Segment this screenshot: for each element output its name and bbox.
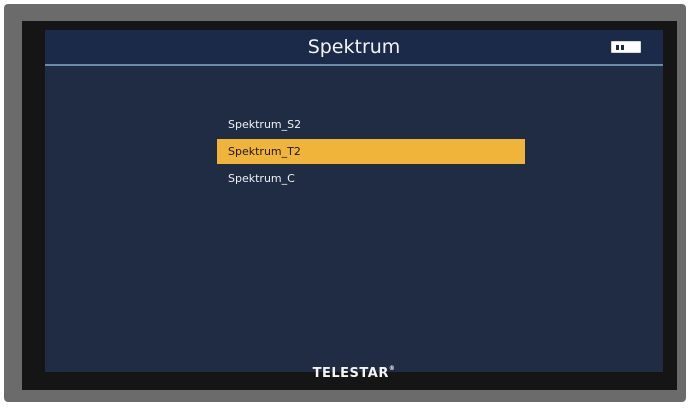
device-bezel: Spektrum Spektrum_S2 Spektrum_T2 Spektru… bbox=[4, 4, 686, 402]
registered-mark: ® bbox=[388, 365, 396, 372]
menu-item-label: Spektrum_C bbox=[228, 172, 295, 185]
page-title: Spektrum bbox=[307, 36, 401, 58]
menu-item-spektrum-c[interactable]: Spektrum_C bbox=[217, 166, 525, 191]
brand-name: TELESTAR bbox=[312, 366, 389, 381]
menu-item-spektrum-t2[interactable]: Spektrum_T2 bbox=[217, 139, 525, 164]
menu-item-label: Spektrum_T2 bbox=[228, 145, 301, 158]
title-bar: Spektrum bbox=[45, 30, 663, 66]
screen: Spektrum Spektrum_S2 Spektrum_T2 Spektru… bbox=[45, 30, 663, 381]
device: Spektrum Spektrum_S2 Spektrum_T2 Spektru… bbox=[0, 0, 692, 409]
menu-item-label: Spektrum_S2 bbox=[228, 118, 302, 131]
battery-cell bbox=[616, 45, 619, 50]
brand-logo: TELESTAR® bbox=[45, 365, 663, 381]
screen-frame: Spektrum Spektrum_S2 Spektrum_T2 Spektru… bbox=[22, 21, 677, 390]
battery-icon bbox=[611, 41, 641, 53]
battery-cell bbox=[621, 45, 624, 50]
spectrum-menu: Spektrum_S2 Spektrum_T2 Spektrum_C bbox=[217, 112, 525, 193]
menu-item-spektrum-s2[interactable]: Spektrum_S2 bbox=[217, 112, 525, 137]
